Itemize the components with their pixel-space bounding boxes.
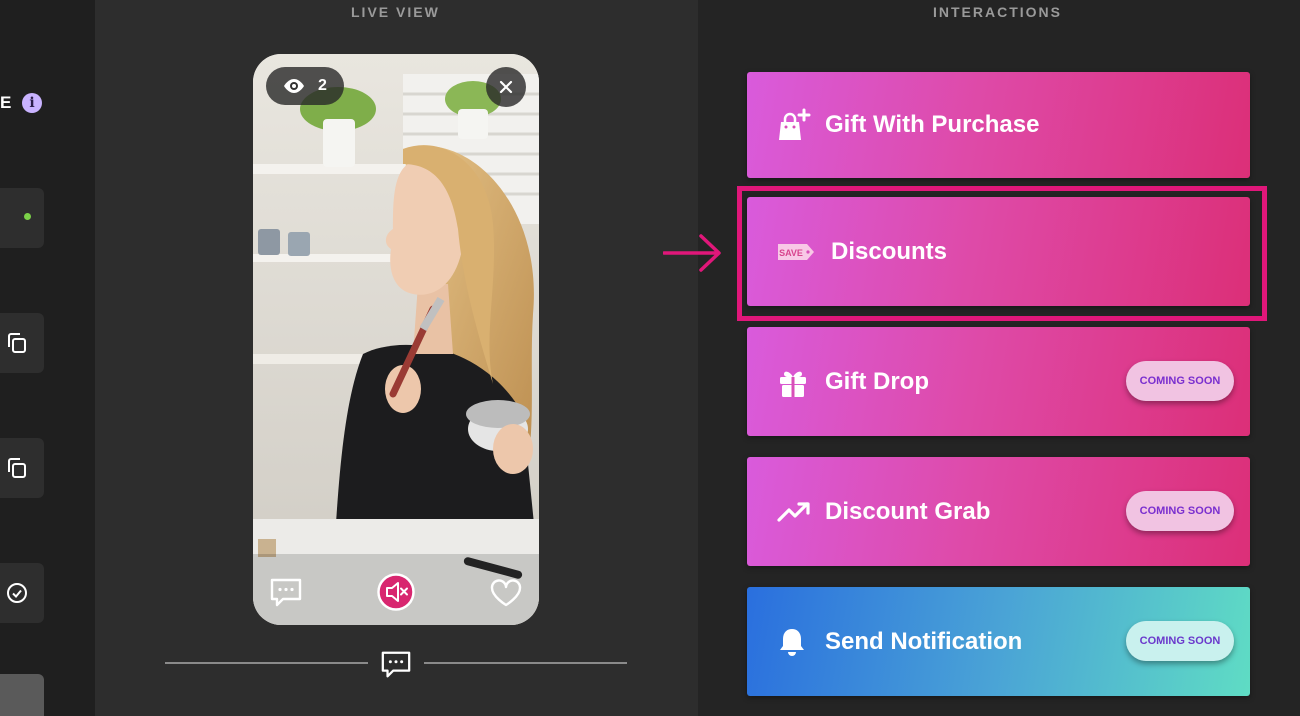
- sidebar-card-copy-1[interactable]: [0, 313, 44, 373]
- viewer-count: 2: [318, 77, 327, 94]
- divider-line-right: [424, 662, 627, 664]
- gift-icon: [777, 364, 813, 400]
- live-view-title: LIVE VIEW: [351, 4, 440, 20]
- send-notification-card[interactable]: Send Notification COMING SOON: [747, 587, 1250, 696]
- copy-icon[interactable]: [5, 331, 29, 355]
- viewer-count-pill: 2: [266, 67, 344, 105]
- close-stream-button[interactable]: [486, 67, 526, 107]
- shopping-bag-plus-icon: [777, 107, 813, 143]
- eye-icon: [284, 79, 304, 93]
- sidebar-card-bottom[interactable]: [0, 674, 44, 716]
- card-label: Discount Grab: [825, 497, 991, 525]
- status-indicator: [24, 213, 31, 220]
- interactions-title: INTERACTIONS: [933, 4, 1062, 20]
- stream-video-frame: [253, 54, 539, 625]
- trending-up-icon: [777, 494, 813, 530]
- discount-grab-card[interactable]: Discount Grab COMING SOON: [747, 457, 1250, 566]
- bell-icon: [777, 624, 813, 660]
- arrow-right-icon: [663, 234, 721, 272]
- sidebar-card-check[interactable]: [0, 563, 44, 623]
- divider-line-left: [165, 662, 368, 664]
- copy-icon[interactable]: [5, 456, 29, 480]
- like-button[interactable]: [488, 575, 524, 611]
- card-label: Send Notification: [825, 627, 1023, 655]
- coming-soon-badge: COMING SOON: [1126, 621, 1234, 661]
- gift-with-purchase-card[interactable]: Gift With Purchase: [747, 72, 1250, 178]
- card-label: Gift With Purchase: [825, 111, 1040, 138]
- chat-icon: [270, 578, 302, 607]
- check-circle-icon[interactable]: [5, 581, 29, 605]
- chat-button[interactable]: [268, 575, 304, 611]
- left-sidebar: E i: [0, 0, 95, 716]
- gift-drop-card[interactable]: Gift Drop COMING SOON: [747, 327, 1250, 436]
- live-stream-preview: 2: [253, 54, 539, 625]
- chat-icon[interactable]: [380, 649, 412, 681]
- info-icon[interactable]: i: [22, 93, 42, 113]
- selection-highlight: [737, 186, 1267, 321]
- mute-button[interactable]: [377, 573, 415, 611]
- heart-icon: [490, 579, 522, 607]
- sidebar-card-status[interactable]: [0, 188, 44, 248]
- card-label: Gift Drop: [825, 367, 929, 395]
- close-icon: [499, 80, 513, 94]
- sidebar-heading-fragment: E: [0, 93, 13, 112]
- app-root: E i LIVE VIEW 2 INTERACTIONS Gift With P…: [0, 0, 1300, 716]
- mute-icon: [377, 573, 415, 611]
- coming-soon-badge: COMING SOON: [1126, 491, 1234, 531]
- coming-soon-badge: COMING SOON: [1126, 361, 1234, 401]
- sidebar-card-copy-2[interactable]: [0, 438, 44, 498]
